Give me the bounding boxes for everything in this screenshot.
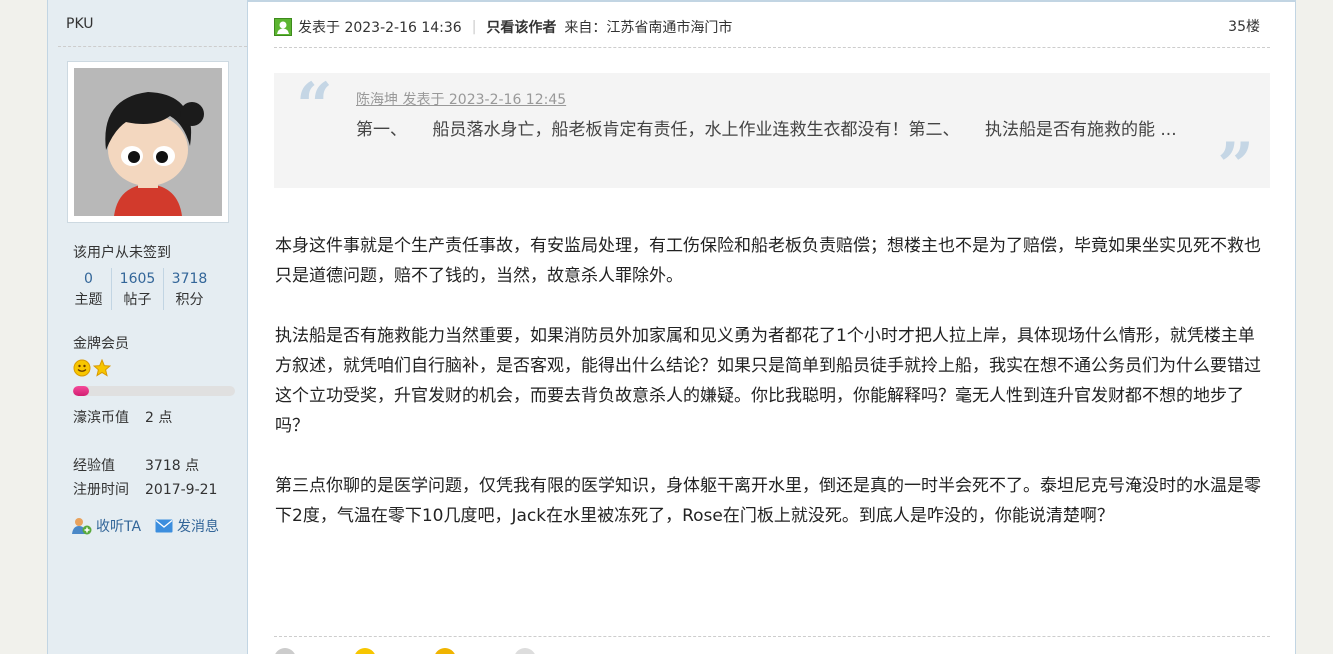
stat-threads[interactable]: 0 主题: [66, 268, 111, 310]
reply-icon[interactable]: [274, 648, 296, 654]
smiley-icon: [73, 359, 91, 377]
quote-close-icon: ”: [1217, 129, 1254, 204]
divider: [274, 47, 1270, 48]
post-location: 来自：江苏省南通市海门市: [564, 20, 733, 36]
follow-link[interactable]: 收听TA: [72, 516, 141, 536]
post-content: 本身这件事就是个生产责任事故，有安监局处理，有工伤保险和船老板负责赔偿；想楼主也…: [275, 231, 1265, 561]
stat-label: 主题: [74, 292, 103, 308]
separator: |: [471, 19, 477, 35]
report-icon[interactable]: [514, 648, 536, 654]
quote-open-icon: “: [296, 69, 333, 144]
floor-number[interactable]: 35楼: [1228, 16, 1260, 36]
favorite-icon[interactable]: [434, 648, 456, 654]
quote-block: “ 陈海坤 发表于 2023-2-16 12:45 第一、 船员落水身亡，船老板…: [274, 69, 1270, 199]
star-icon: [93, 359, 111, 377]
avatar-image: [74, 68, 222, 216]
follow-label: 收听TA: [96, 519, 142, 535]
info-label: 经验值: [73, 458, 115, 474]
content-paragraph: 执法船是否有施救能力当然重要，如果消防员外加家属和见义勇为者都花了1个小时才把人…: [275, 326, 1261, 436]
envelope-icon: [155, 519, 173, 533]
follow-icon: [72, 518, 92, 535]
rank-progress-fill: [73, 386, 90, 396]
divider: [274, 636, 1270, 637]
user-online-icon: [274, 18, 292, 36]
frame-top-border: [248, 0, 1296, 2]
post-header: 发表于 2023-2-16 14:36 | 只看该作者 来自：江苏省南通市海门市…: [274, 16, 1270, 38]
stat-posts[interactable]: 1605 帖子: [111, 268, 163, 310]
only-author-link[interactable]: 只看该作者: [486, 17, 556, 37]
stat-label: 积分: [175, 292, 204, 308]
rank-icons: [73, 359, 111, 377]
avatar[interactable]: [67, 61, 229, 223]
user-stats: 0 主题 1605 帖子 3718 积分: [66, 268, 215, 310]
stat-label: 帖子: [123, 292, 152, 308]
stat-value[interactable]: 0: [66, 268, 111, 290]
author-sidebar: PKU 该用户从未签到 0 主题 1605 帖子 3718 积分 金牌会员 濠滨…: [48, 0, 248, 654]
stat-value[interactable]: 3718: [164, 268, 215, 290]
content-paragraph: 第三点你聊的是医学问题，仅凭我有限的医学知识，身体躯干离开水里，倒还是真的一时半…: [275, 476, 1261, 526]
user-group[interactable]: 金牌会员: [73, 333, 129, 353]
message-link[interactable]: 发消息: [155, 516, 219, 536]
quote-text: 第一、 船员落水身亡，船老板肯定有责任，水上作业连救生衣都没有！第二、 执法船是…: [356, 120, 1177, 140]
info-value: 3718 点: [145, 458, 200, 474]
quote-meta-link[interactable]: 陈海坤 发表于 2023-2-16 12:45: [356, 89, 566, 109]
info-label: 注册时间: [73, 482, 129, 498]
author-name[interactable]: PKU: [66, 16, 94, 32]
info-register: 注册时间 2017-9-21: [73, 479, 217, 499]
info-haobin: 濠滨币值 2 点: [73, 407, 172, 427]
stat-value[interactable]: 1605: [112, 268, 163, 290]
rank-progress-bar: [73, 386, 235, 396]
info-value: 2017-9-21: [145, 482, 218, 498]
post-actions: [274, 648, 536, 654]
content-paragraph: 本身这件事就是个生产责任事故，有安监局处理，有工伤保险和船老板负责赔偿；想楼主也…: [275, 236, 1261, 286]
post-time: 发表于 2023-2-16 14:36: [298, 20, 462, 36]
divider: [58, 46, 247, 47]
rate-icon[interactable]: [354, 648, 376, 654]
info-label: 濠滨币值: [73, 410, 129, 426]
sign-status: 该用户从未签到: [73, 245, 171, 261]
author-actions: 收听TA 发消息: [72, 516, 219, 536]
info-exp: 经验值 3718 点: [73, 455, 199, 475]
message-label: 发消息: [177, 519, 220, 535]
stat-credits[interactable]: 3718 积分: [163, 268, 215, 310]
info-value: 2 点: [145, 410, 173, 426]
